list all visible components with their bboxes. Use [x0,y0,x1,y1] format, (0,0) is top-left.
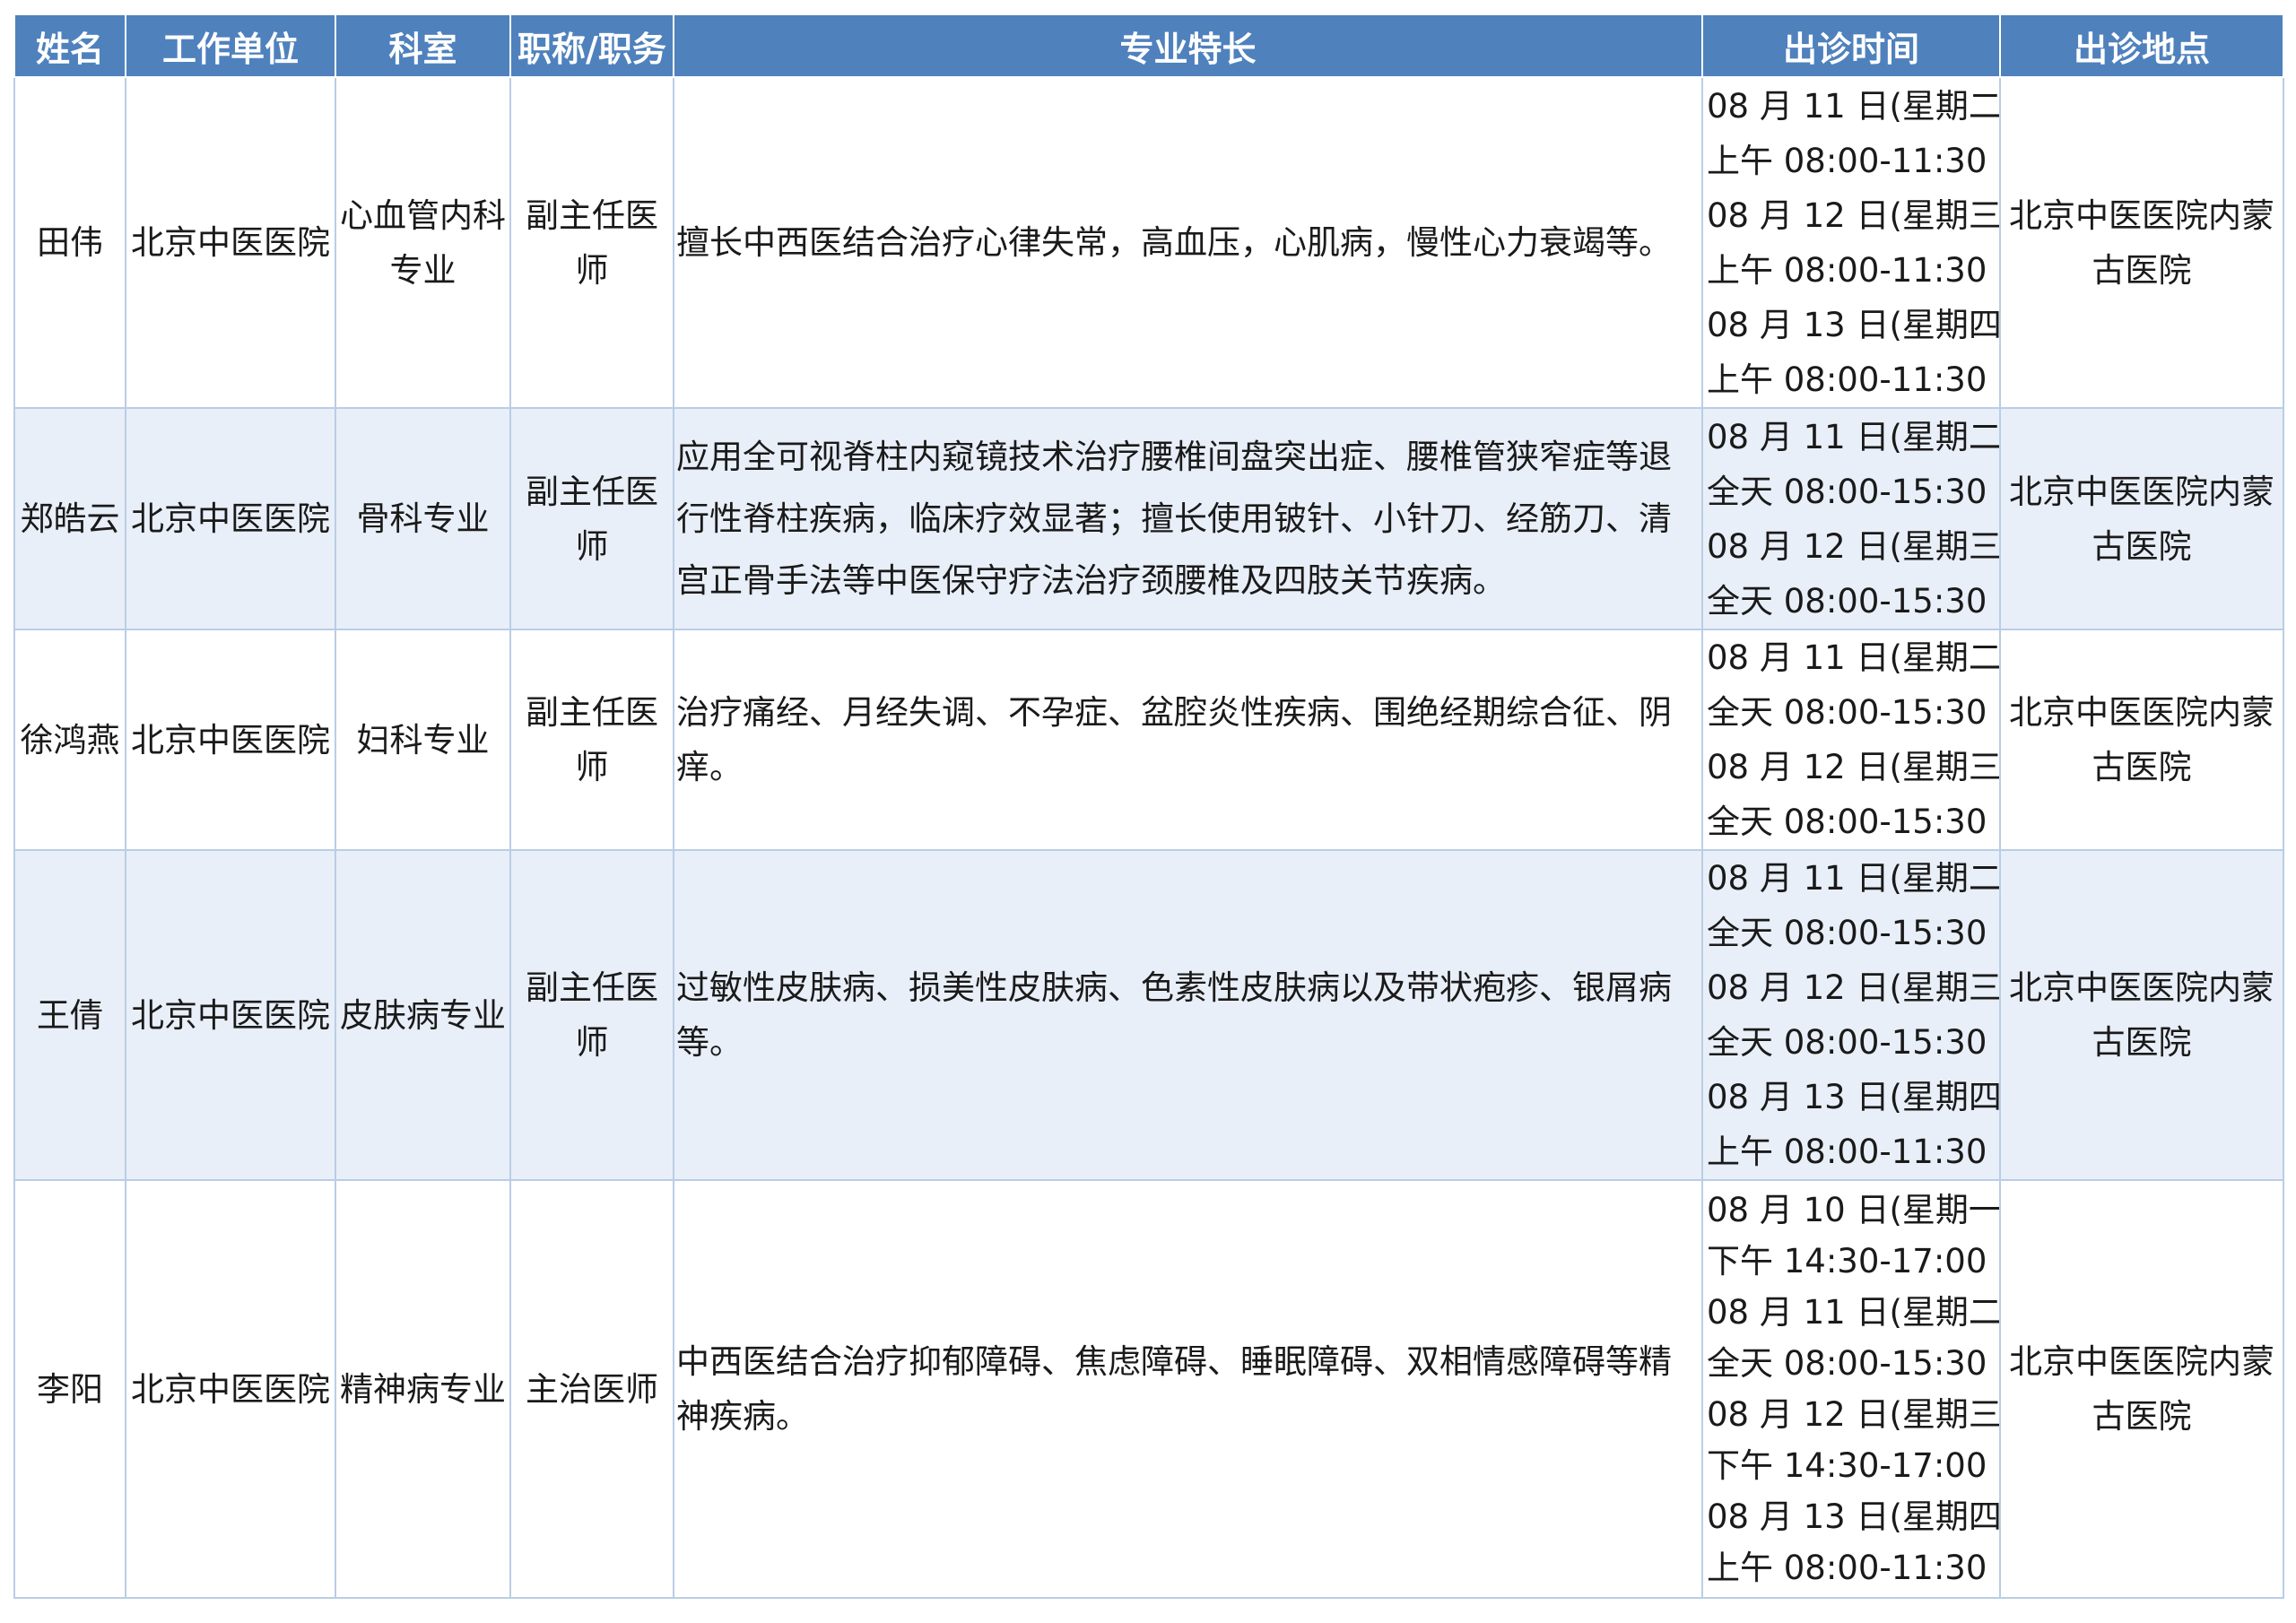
header-place: 出诊地点 [1999,13,2284,78]
header-name: 姓名 [13,13,126,78]
clinic-place: 北京中医医院内蒙古医院 [1999,629,2284,851]
specialty: 擅长中西医结合治疗心律失常，高血压，心肌病，慢性心力衰竭等。 [673,76,1703,409]
schedule-line: 全天 08:00-15:30 [1707,1023,1987,1062]
schedule-line: 08 月 11 日(星期二) [1707,1293,2000,1332]
work-unit: 北京中医医院 [125,407,336,630]
schedule-line: 下午 14:30-17:00 [1707,1446,1987,1485]
schedule-line: 08 月 10 日(星期一) [1707,1191,2000,1229]
header-specialty: 专业特长 [673,13,1703,78]
schedule-line: 08 月 12 日(星期三) [1707,1395,2000,1434]
table-row: 田伟 北京中医医院 心血管内科专业 副主任医师 擅长中西医结合治疗心律失常，高血… [13,76,2284,409]
doctor-schedule-sheet: 姓名 工作单位 科室 职称/职务 专业特长 出诊时间 出诊地点 田伟 北京中医医… [13,13,2284,1599]
doctor-name: 李阳 [13,1179,126,1599]
table-row: 徐鸿燕 北京中医医院 妇科专业 副主任医师 治疗痛经、月经失调、不孕症、盆腔炎性… [13,629,2284,851]
doctor-schedule-table: 姓名 工作单位 科室 职称/职务 专业特长 出诊时间 出诊地点 田伟 北京中医医… [13,13,2284,1599]
clinic-place: 北京中医医院内蒙古医院 [1999,849,2284,1181]
schedule-line: 08 月 11 日(星期二) [1707,417,2000,456]
department: 妇科专业 [335,629,511,851]
doctor-name: 郑皓云 [13,407,126,630]
schedule-line: 全天 08:00-15:30 [1707,1344,1987,1383]
table-row: 郑皓云 北京中医医院 骨科专业 副主任医师 应用全可视脊柱内窥镜技术治疗腰椎间盘… [13,407,2284,630]
specialty: 应用全可视脊柱内窥镜技术治疗腰椎间盘突出症、腰椎管狭窄症等退行性脊柱疾病，临床疗… [673,407,1703,630]
work-unit: 北京中医医院 [125,849,336,1181]
schedule-line: 上午 08:00-11:30 [1707,250,1987,290]
job-title: 副主任医师 [509,629,674,851]
work-unit: 北京中医医院 [125,76,336,409]
clinic-time: 08 月 11 日(星期二) 全天 08:00-15:30 08 月 12 日(… [1701,629,2001,851]
header-title: 职称/职务 [509,13,674,78]
specialty: 过敏性皮肤病、损美性皮肤病、色素性皮肤病以及带状疱疹、银屑病等。 [673,849,1703,1181]
work-unit: 北京中医医院 [125,1179,336,1599]
schedule-line: 下午 14:30-17:00 [1707,1242,1987,1280]
schedule-line: 08 月 11 日(星期二) [1707,86,2000,126]
schedule-line: 上午 08:00-11:30 [1707,1133,1987,1171]
table-row: 李阳 北京中医医院 精神病专业 主治医师 中西医结合治疗抑郁障碍、焦虑障碍、睡眠… [13,1179,2284,1599]
job-title: 主治医师 [509,1179,674,1599]
schedule-line: 08 月 12 日(星期三) [1707,748,2000,786]
clinic-place: 北京中医医院内蒙古医院 [1999,407,2284,630]
doctor-name: 田伟 [13,76,126,409]
header-dept: 科室 [335,13,511,78]
schedule-line: 08 月 13 日(星期四) [1707,1497,2000,1536]
schedule-line: 08 月 12 日(星期三) [1707,526,2000,566]
schedule-line: 08 月 13 日(星期四) [1707,305,2000,344]
schedule-line: 上午 08:00-11:30 [1707,1549,1987,1587]
doctor-name: 徐鸿燕 [13,629,126,851]
work-unit: 北京中医医院 [125,629,336,851]
job-title: 副主任医师 [509,849,674,1181]
clinic-time: 08 月 11 日(星期二) 全天 08:00-15:30 08 月 12 日(… [1701,849,2001,1181]
department: 皮肤病专业 [335,849,511,1181]
schedule-line: 全天 08:00-15:30 [1707,693,1987,732]
schedule-line: 全天 08:00-15:30 [1707,803,1987,841]
department: 心血管内科专业 [335,76,511,409]
doctor-name: 王倩 [13,849,126,1181]
clinic-time: 08 月 10 日(星期一) 下午 14:30-17:00 08 月 11 日(… [1701,1179,2001,1599]
job-title: 副主任医师 [509,76,674,409]
department: 精神病专业 [335,1179,511,1599]
clinic-place: 北京中医医院内蒙古医院 [1999,1179,2284,1599]
schedule-line: 08 月 12 日(星期三) [1707,195,2000,235]
schedule-line: 08 月 13 日(星期四) [1707,1078,2000,1116]
header-unit: 工作单位 [125,13,336,78]
header-time: 出诊时间 [1701,13,2001,78]
specialty: 治疗痛经、月经失调、不孕症、盆腔炎性疾病、围绝经期综合征、阴痒。 [673,629,1703,851]
schedule-line: 全天 08:00-15:30 [1707,914,1987,952]
schedule-line: 08 月 11 日(星期二) [1707,638,2000,677]
clinic-place: 北京中医医院内蒙古医院 [1999,76,2284,409]
schedule-line: 全天 08:00-15:30 [1707,581,1987,621]
department: 骨科专业 [335,407,511,630]
schedule-line: 08 月 12 日(星期三) [1707,968,2000,1007]
schedule-line: 上午 08:00-11:30 [1707,360,1987,399]
table-row: 王倩 北京中医医院 皮肤病专业 副主任医师 过敏性皮肤病、损美性皮肤病、色素性皮… [13,849,2284,1181]
header-row: 姓名 工作单位 科室 职称/职务 专业特长 出诊时间 出诊地点 [13,13,2284,78]
schedule-line: 08 月 11 日(星期二) [1707,859,2000,898]
job-title: 副主任医师 [509,407,674,630]
clinic-time: 08 月 11 日(星期二) 全天 08:00-15:30 08 月 12 日(… [1701,407,2001,630]
specialty: 中西医结合治疗抑郁障碍、焦虑障碍、睡眠障碍、双相情感障碍等精神疾病。 [673,1179,1703,1599]
schedule-line: 全天 08:00-15:30 [1707,472,1987,511]
clinic-time: 08 月 11 日(星期二) 上午 08:00-11:30 08 月 12 日(… [1701,76,2001,409]
schedule-line: 上午 08:00-11:30 [1707,141,1987,180]
